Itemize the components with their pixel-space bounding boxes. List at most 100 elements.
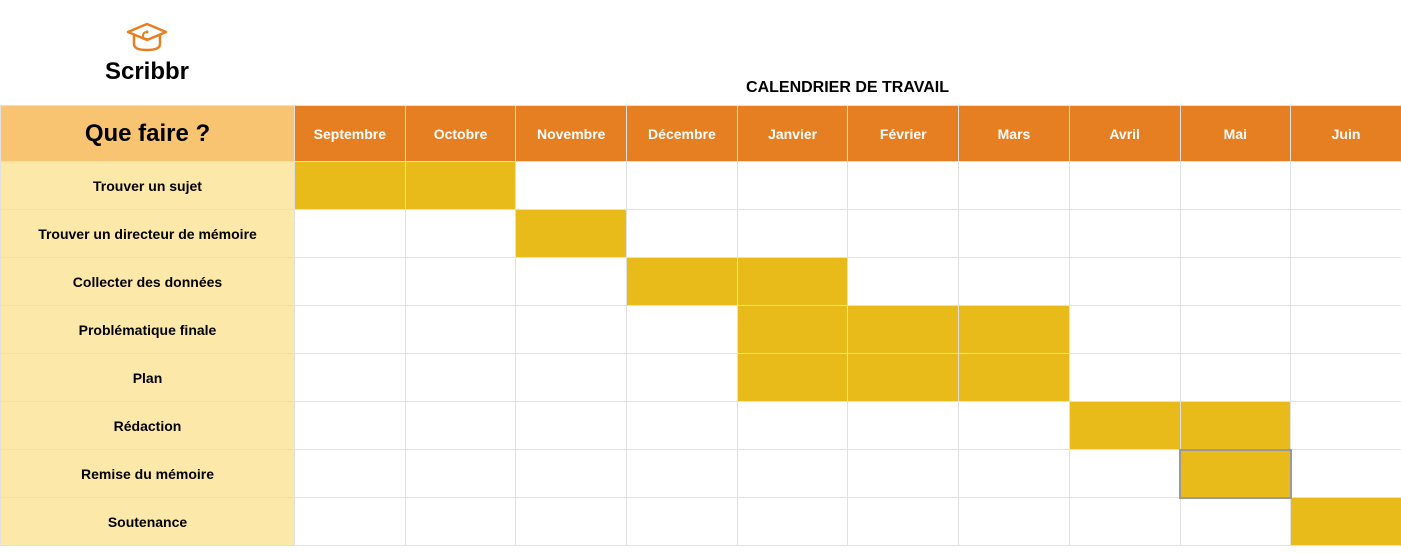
gantt-cell (737, 306, 848, 354)
gantt-cell (1069, 450, 1180, 498)
gantt-cell (295, 498, 406, 546)
gantt-cell (1180, 162, 1291, 210)
gantt-cell (1180, 210, 1291, 258)
gantt-cell (1180, 306, 1291, 354)
gantt-cell (516, 498, 627, 546)
month-header: Avril (1069, 106, 1180, 162)
gantt-cell (516, 402, 627, 450)
gantt-cell (516, 210, 627, 258)
gantt-cell (959, 498, 1070, 546)
gantt-cell (737, 402, 848, 450)
graduation-cap-icon (124, 20, 170, 56)
task-label: Trouver un directeur de mémoire (1, 210, 295, 258)
gantt-cell (405, 498, 516, 546)
month-header: Décembre (627, 106, 738, 162)
table-row: Trouver un sujet (1, 162, 1401, 210)
month-header: Juin (1291, 106, 1401, 162)
gantt-cell (405, 258, 516, 306)
gantt-cell (848, 258, 959, 306)
gantt-cell (1291, 210, 1401, 258)
gantt-cell (295, 402, 406, 450)
gantt-cell (1291, 162, 1401, 210)
gantt-cell (848, 162, 959, 210)
month-header: Septembre (295, 106, 406, 162)
gantt-cell (959, 162, 1070, 210)
gantt-cell (1291, 258, 1401, 306)
gantt-cell (295, 450, 406, 498)
gantt-cell (405, 450, 516, 498)
task-label: Soutenance (1, 498, 295, 546)
month-header: Novembre (516, 106, 627, 162)
gantt-cell (516, 258, 627, 306)
table-row: Remise du mémoire (1, 450, 1401, 498)
gantt-cell (1069, 402, 1180, 450)
gantt-cell (848, 210, 959, 258)
gantt-cell (405, 402, 516, 450)
gantt-cell (627, 258, 738, 306)
gantt-cell (1180, 450, 1291, 498)
gantt-cell (1180, 354, 1291, 402)
gantt-cell (627, 498, 738, 546)
table-row: Collecter des données (1, 258, 1401, 306)
gantt-cell (737, 450, 848, 498)
gantt-cell (295, 354, 406, 402)
gantt-cell (1291, 402, 1401, 450)
gantt-cell (627, 354, 738, 402)
gantt-cell (848, 402, 959, 450)
gantt-cell (737, 258, 848, 306)
gantt-cell (1291, 498, 1401, 546)
gantt-cell (516, 450, 627, 498)
header-months-row: Que faire ? Septembre Octobre Novembre D… (1, 106, 1401, 162)
gantt-cell (959, 402, 1070, 450)
gantt-cell (1069, 258, 1180, 306)
table-row: Problématique finale (1, 306, 1401, 354)
task-label: Remise du mémoire (1, 450, 295, 498)
gantt-body: Trouver un sujetTrouver un directeur de … (1, 162, 1401, 546)
month-header: Octobre (405, 106, 516, 162)
logo: Scribbr (0, 0, 294, 105)
gantt-cell (1291, 450, 1401, 498)
logo-text: Scribbr (105, 58, 189, 86)
task-label: Rédaction (1, 402, 295, 450)
gantt-cell (1180, 498, 1291, 546)
task-label: Trouver un sujet (1, 162, 295, 210)
gantt-cell (737, 162, 848, 210)
gantt-cell (295, 306, 406, 354)
table-row: Plan (1, 354, 1401, 402)
gantt-cell (405, 210, 516, 258)
gantt-cell (959, 210, 1070, 258)
gantt-cell (295, 162, 406, 210)
gantt-cell (1291, 306, 1401, 354)
gantt-cell (1069, 354, 1180, 402)
header-row: Scribbr CALENDRIER DE TRAVAIL (0, 0, 1401, 105)
gantt-cell (516, 306, 627, 354)
gantt-cell (959, 450, 1070, 498)
gantt-cell (1069, 162, 1180, 210)
gantt-cell (848, 450, 959, 498)
table-row: Trouver un directeur de mémoire (1, 210, 1401, 258)
gantt-cell (627, 210, 738, 258)
gantt-cell (848, 306, 959, 354)
gantt-cell (405, 162, 516, 210)
corner-label: Que faire ? (1, 106, 295, 162)
gantt-cell (1069, 306, 1180, 354)
task-label: Collecter des données (1, 258, 295, 306)
page-title: CALENDRIER DE TRAVAIL (294, 0, 1401, 105)
gantt-cell (1069, 498, 1180, 546)
month-header: Février (848, 106, 959, 162)
gantt-cell (959, 306, 1070, 354)
gantt-cell (295, 258, 406, 306)
table-row: Soutenance (1, 498, 1401, 546)
gantt-cell (627, 306, 738, 354)
gantt-cell (627, 162, 738, 210)
task-label: Problématique finale (1, 306, 295, 354)
gantt-cell (848, 498, 959, 546)
gantt-cell (516, 354, 627, 402)
gantt-cell (1069, 210, 1180, 258)
gantt-table: Que faire ? Septembre Octobre Novembre D… (0, 105, 1401, 546)
gantt-cell (959, 354, 1070, 402)
gantt-cell (1180, 402, 1291, 450)
month-header: Mai (1180, 106, 1291, 162)
table-row: Rédaction (1, 402, 1401, 450)
gantt-cell (737, 354, 848, 402)
